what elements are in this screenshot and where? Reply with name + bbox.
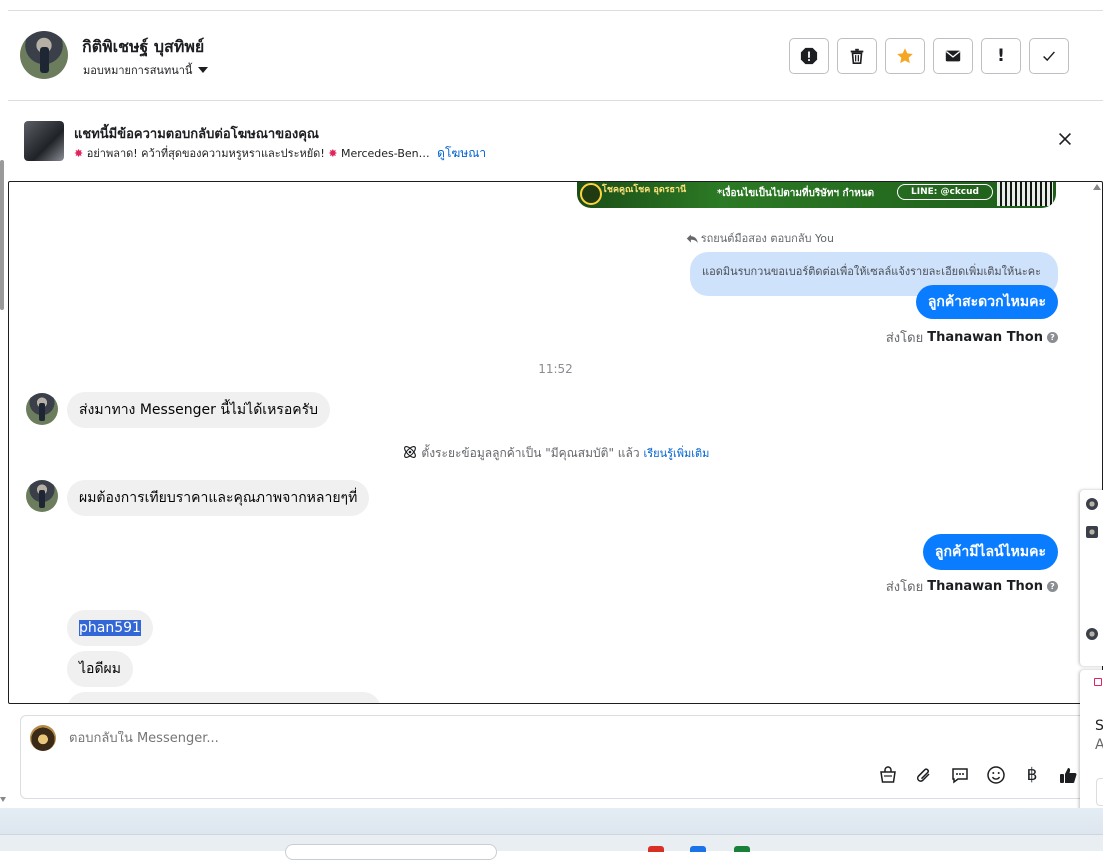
mini-avatar bbox=[1086, 628, 1098, 640]
mail-icon bbox=[945, 50, 961, 62]
star-button[interactable] bbox=[885, 38, 925, 74]
ad-image-preview[interactable]: โชคคูณโชค อุดรธานี *เงื่อนไขเป็นไปตามที่… bbox=[577, 182, 1056, 208]
follow-up-button[interactable]: ! bbox=[981, 38, 1021, 74]
brand-logo-icon bbox=[580, 183, 602, 205]
scroll-up-arrow-icon[interactable] bbox=[1093, 184, 1101, 190]
caret-down-icon bbox=[198, 67, 209, 73]
taskbar-app-icon[interactable] bbox=[690, 846, 706, 852]
ad-image-terms: *เงื่อนไขเป็นไปตามที่บริษัทฯ กำหนด bbox=[717, 188, 875, 199]
star-icon bbox=[897, 48, 913, 64]
assign-conversation-dropdown[interactable]: มอบหมายการสนทนานี้ bbox=[83, 61, 209, 79]
side-panel-peek[interactable] bbox=[1080, 490, 1103, 666]
window-bottom-strip bbox=[0, 808, 1103, 834]
saved-replies-button[interactable] bbox=[949, 764, 971, 786]
ad-banner-subtitle: ✸ อย่าพลาด! คว้าที่สุดของความหรูหราและปร… bbox=[74, 144, 486, 163]
contact-avatar[interactable] bbox=[20, 31, 68, 79]
sent-by-name: Thanawan Thon bbox=[927, 579, 1043, 594]
reply-input[interactable] bbox=[69, 731, 969, 746]
close-ad-banner-button[interactable] bbox=[1054, 130, 1076, 152]
side-panel-peek[interactable]: S A bbox=[1080, 670, 1103, 822]
outgoing-message[interactable]: ลูกค้ามีไลน์ไหมคะ bbox=[922, 534, 1058, 570]
system-notice-text: ตั้งระยะข้อมูลลูกค้าเป็น "มีคุณสมบัติ" แ… bbox=[421, 446, 640, 460]
sent-by-prefix: ส่งโดย bbox=[885, 331, 924, 346]
reply-arrow-icon bbox=[686, 233, 698, 243]
spark-icon: ✸ bbox=[328, 147, 338, 160]
emoji-button[interactable] bbox=[985, 764, 1007, 786]
attach-button[interactable] bbox=[913, 764, 935, 786]
header-divider bbox=[8, 100, 1103, 101]
atom-icon bbox=[403, 446, 416, 458]
ad-image-line-id: LINE: @ckcud bbox=[897, 184, 993, 200]
page-avatar bbox=[30, 725, 56, 751]
side-text: S bbox=[1095, 718, 1103, 734]
taskbar-app-icon[interactable] bbox=[734, 846, 750, 852]
like-icon bbox=[1060, 768, 1077, 783]
ad-subtitle-text: อย่าพลาด! คว้าที่สุดของความหรูหราและประห… bbox=[86, 147, 325, 160]
check-icon bbox=[1043, 51, 1055, 62]
shop-bag-button[interactable] bbox=[877, 764, 899, 786]
baht-icon: ฿ bbox=[1026, 765, 1038, 785]
outgoing-message[interactable]: ลูกค้าสะดวกไหมคะ bbox=[915, 285, 1058, 319]
view-ad-link[interactable]: ดูโฆษณา bbox=[437, 146, 486, 160]
reply-composer: ฿ bbox=[20, 715, 1090, 799]
attach-icon bbox=[916, 768, 930, 782]
sent-by-label: ส่งโดย Thanawan Thon ? bbox=[886, 576, 1058, 597]
shop-bag-icon bbox=[880, 766, 896, 783]
sent-by-prefix: ส่งโดย bbox=[885, 580, 924, 595]
ad-subtitle-tail: Mercedes-Ben… bbox=[340, 147, 430, 160]
taskbar bbox=[0, 834, 1103, 851]
sent-by-name: Thanawan Thon bbox=[927, 330, 1043, 345]
spam-button[interactable] bbox=[789, 38, 829, 74]
delete-button[interactable] bbox=[837, 38, 877, 74]
contact-name[interactable]: กิติพิเชษฐ์ บุสทิพย์ bbox=[82, 35, 204, 60]
spark-icon: ✸ bbox=[74, 147, 84, 160]
help-icon[interactable]: ? bbox=[1047, 332, 1058, 343]
follow-up-icon: ! bbox=[997, 46, 1005, 66]
conversation-actions: ! bbox=[789, 38, 1069, 74]
side-button[interactable] bbox=[1096, 778, 1103, 806]
reply-context: รถยนต์มือสอง ตอบกลับ You bbox=[686, 229, 834, 247]
top-divider bbox=[8, 10, 1103, 11]
close-icon bbox=[1059, 133, 1071, 145]
mini-avatar bbox=[1086, 526, 1098, 538]
side-text: A bbox=[1095, 737, 1103, 753]
reply-context-text: รถยนต์มือสอง ตอบกลับ You bbox=[700, 232, 834, 245]
ad-image-brand: โชคคูณโชค อุดรธานี bbox=[602, 185, 687, 195]
incoming-message[interactable]: ผมต้องการเทียบราคาและคุณภาพจากหลายๆที่ bbox=[67, 480, 370, 516]
like-button[interactable] bbox=[1057, 764, 1079, 786]
trash-icon bbox=[850, 48, 864, 65]
payment-button[interactable]: ฿ bbox=[1021, 764, 1043, 786]
ad-banner-title: แชทนี้มีข้อความตอบกลับต่อโฆษณาของคุณ bbox=[74, 127, 319, 142]
composer-toolbar: ฿ bbox=[877, 764, 1079, 786]
contact-avatar-small[interactable] bbox=[26, 480, 58, 512]
mark-unread-button[interactable] bbox=[933, 38, 973, 74]
mark-done-button[interactable] bbox=[1029, 38, 1069, 74]
selected-text: phan591 bbox=[79, 620, 141, 636]
ad-thumbnail[interactable] bbox=[24, 121, 64, 161]
qr-code-icon bbox=[997, 182, 1053, 206]
spam-icon bbox=[800, 47, 818, 65]
help-icon[interactable]: ? bbox=[1047, 581, 1058, 592]
page-scrollbar[interactable] bbox=[0, 160, 4, 310]
assign-label: มอบหมายการสนทนานี้ bbox=[83, 64, 193, 77]
scroll-down-arrow-icon[interactable] bbox=[0, 797, 6, 802]
incoming-message[interactable]: phan591 bbox=[67, 610, 153, 646]
saved-replies-icon bbox=[952, 768, 968, 784]
incoming-message[interactable]: ไอดีผม bbox=[67, 651, 133, 687]
system-notice: ตั้งระยะข้อมูลลูกค้าเป็น "มีคุณสมบัติ" แ… bbox=[9, 444, 1102, 463]
mini-avatar bbox=[1086, 498, 1098, 510]
notification-icon bbox=[1094, 678, 1102, 686]
message-thread[interactable]: โชคคูณโชค อุดรธานี *เงื่อนไขเป็นไปตามที่… bbox=[8, 181, 1103, 704]
incoming-message[interactable]: ส่งมาทาง Messenger นี้ไม่ได้เหรอครับ bbox=[67, 392, 331, 428]
incoming-message-partial[interactable] bbox=[67, 692, 381, 703]
message-timestamp: 11:52 bbox=[538, 362, 573, 376]
contact-avatar-small[interactable] bbox=[26, 393, 58, 425]
learn-more-link[interactable]: เรียนรู้เพิ่มเติม bbox=[643, 447, 709, 460]
emoji-icon bbox=[987, 766, 1005, 784]
taskbar-search[interactable] bbox=[285, 844, 497, 860]
sent-by-label: ส่งโดย Thanawan Thon ? bbox=[886, 327, 1058, 348]
taskbar-app-icon[interactable] bbox=[648, 846, 664, 852]
